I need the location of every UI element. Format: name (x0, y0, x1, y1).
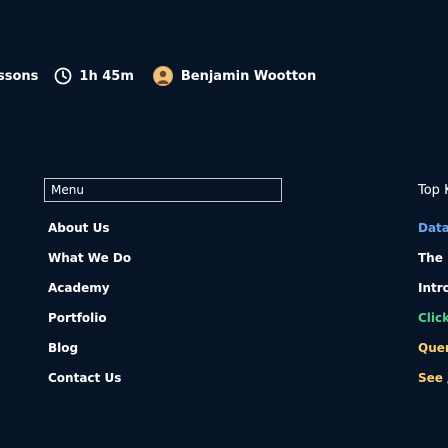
menu-item-contact-us[interactable]: Contact Us (48, 371, 121, 385)
course-meta: ssons 1h 45m Benjamin Wootton (0, 63, 316, 89)
lessons-label: ssons (0, 68, 39, 84)
menu-item-blog[interactable]: Blog (48, 341, 78, 355)
menu-label: Menu (51, 183, 84, 197)
right-item-the[interactable]: The I (418, 251, 448, 265)
right-item-intro[interactable]: Intro (418, 281, 448, 295)
right-item-click[interactable]: Click (418, 311, 448, 325)
menu-item-academy[interactable]: Academy (48, 281, 110, 295)
hero-heading: ··· ······ ····· (0, 0, 132, 11)
duration-label: 1h 45m (79, 68, 134, 84)
right-item-data[interactable]: Data (418, 221, 448, 235)
author-name[interactable]: Benjamin Wootton (181, 69, 316, 84)
author-avatar (152, 66, 173, 86)
clock-icon (54, 67, 72, 85)
menu-item-portfolio[interactable]: Portfolio (48, 311, 107, 325)
right-panel-title: Top K (418, 183, 448, 198)
menu-item-what-we-do[interactable]: What We Do (48, 251, 131, 265)
menu-item-about-us[interactable]: About Us (48, 221, 109, 235)
right-item-see[interactable]: See / (418, 371, 448, 385)
right-item-query[interactable]: Quer (418, 341, 448, 355)
menu-dropdown[interactable]: Menu (44, 178, 282, 202)
